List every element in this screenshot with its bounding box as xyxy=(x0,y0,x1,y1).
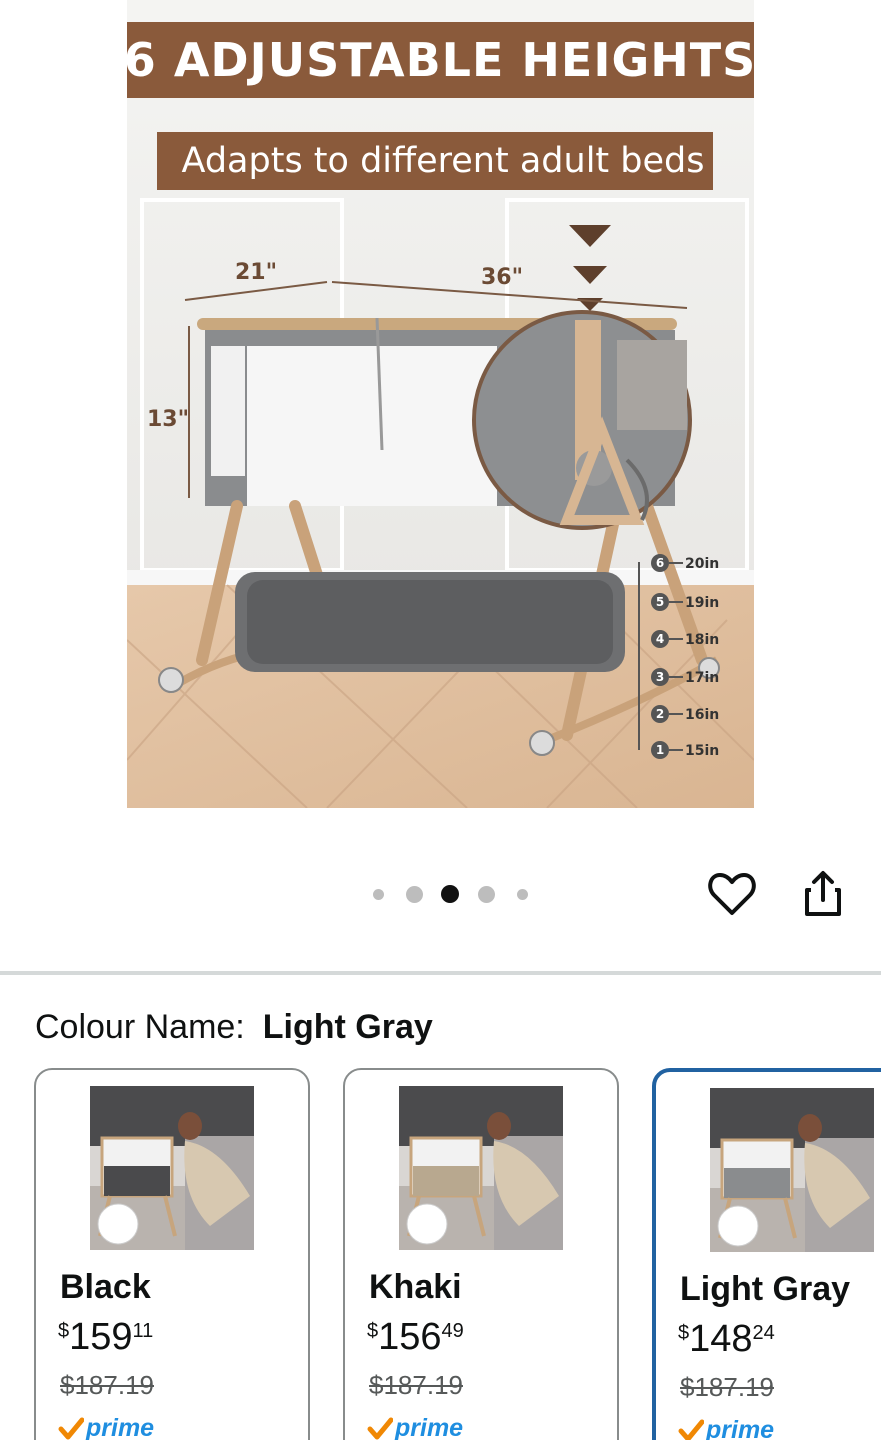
image-subheadline: Adapts to different adult beds xyxy=(182,141,705,181)
carousel-dot-active[interactable] xyxy=(441,885,459,903)
carousel-dot[interactable] xyxy=(372,888,384,900)
colour-option-price: $14824 xyxy=(678,1318,775,1361)
prime-badge: prime xyxy=(367,1414,463,1440)
price-currency: $ xyxy=(678,1322,690,1344)
colour-option-price: $15911 xyxy=(58,1316,153,1359)
height-level-num: 5 xyxy=(656,595,664,609)
height-level-label: 20in xyxy=(685,556,719,572)
height-level-num: 6 xyxy=(656,556,664,570)
height-level-label: 18in xyxy=(685,632,719,648)
height-level-num: 4 xyxy=(656,632,664,646)
height-level-num: 2 xyxy=(656,707,664,721)
price-whole: 156 xyxy=(378,1316,442,1358)
colour-option-thumbnail xyxy=(399,1086,563,1250)
price-whole: 159 xyxy=(69,1316,133,1358)
colour-option-list-price: $187.19 xyxy=(60,1370,154,1400)
bassinet-illustration: 6 ADJUSTABLE HEIGHTS Adapts to different… xyxy=(127,0,754,808)
price-fraction: 24 xyxy=(752,1322,775,1344)
prime-check-icon xyxy=(58,1417,84,1439)
dimension-length: 36" xyxy=(481,265,523,290)
colour-name-row: Colour Name: Light Gray xyxy=(35,1008,433,1047)
colour-option-name: Khaki xyxy=(369,1268,462,1306)
height-level-label: 16in xyxy=(685,707,719,723)
height-level-label: 19in xyxy=(685,595,719,611)
colour-name-label: Colour Name: xyxy=(35,1008,245,1046)
add-to-wishlist-button[interactable] xyxy=(704,866,760,922)
carousel-dot[interactable] xyxy=(405,885,423,903)
prime-label: prime xyxy=(395,1414,464,1440)
share-button[interactable] xyxy=(795,866,851,922)
colour-name-value: Light Gray xyxy=(262,1008,433,1046)
prime-label: prime xyxy=(706,1416,775,1440)
colour-option-thumbnail xyxy=(710,1088,874,1252)
colour-option-khaki[interactable]: Khaki $15649 $187.19 prime xyxy=(343,1068,619,1440)
share-icon xyxy=(805,871,841,916)
colour-option-name: Light Gray xyxy=(680,1270,851,1308)
price-fraction: 11 xyxy=(132,1320,154,1342)
section-divider xyxy=(0,971,881,975)
height-level-label: 15in xyxy=(685,743,719,759)
colour-option-name: Black xyxy=(60,1268,151,1306)
colour-option-list-price: $187.19 xyxy=(680,1372,774,1402)
dimension-depth: 13" xyxy=(147,407,189,432)
price-whole: 148 xyxy=(689,1318,753,1360)
price-currency: $ xyxy=(58,1320,70,1342)
image-carousel-indicator[interactable] xyxy=(360,882,540,906)
height-level-num: 3 xyxy=(656,670,664,684)
height-level-num: 1 xyxy=(656,743,664,757)
image-headline: 6 ADJUSTABLE HEIGHTS xyxy=(127,33,754,87)
product-image[interactable]: 6 ADJUSTABLE HEIGHTS Adapts to different… xyxy=(127,0,754,808)
colour-option-price: $15649 xyxy=(367,1316,464,1359)
colour-option-list-price: $187.19 xyxy=(369,1370,463,1400)
dimension-width: 21" xyxy=(235,260,277,285)
colour-option-thumbnail xyxy=(90,1086,254,1250)
prime-badge: prime xyxy=(58,1414,154,1440)
heart-icon xyxy=(708,873,756,915)
carousel-dot[interactable] xyxy=(477,885,495,903)
price-currency: $ xyxy=(367,1320,379,1342)
price-fraction: 49 xyxy=(441,1320,464,1342)
carousel-dot[interactable] xyxy=(516,888,528,900)
prime-badge: prime xyxy=(678,1416,774,1440)
colour-option-light-gray[interactable]: Light Gray $14824 $187.19 prime xyxy=(652,1068,881,1440)
prime-check-icon xyxy=(367,1417,393,1439)
prime-check-icon xyxy=(678,1419,704,1440)
height-level-label: 17in xyxy=(685,670,719,686)
prime-label: prime xyxy=(86,1414,155,1440)
colour-option-black[interactable]: Black $15911 $187.19 prime xyxy=(34,1068,310,1440)
